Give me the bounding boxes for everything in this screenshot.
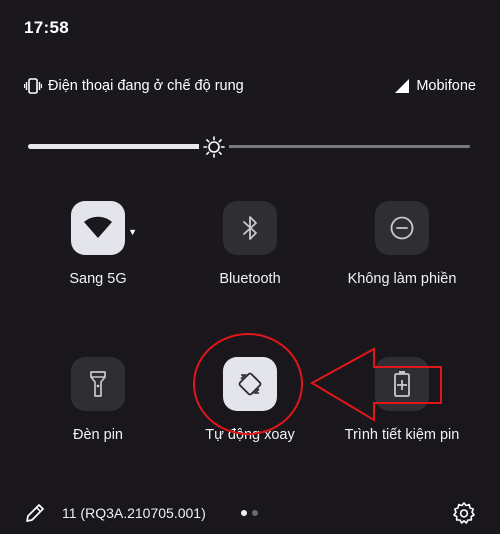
- carrier-status: Mobifone: [394, 78, 476, 94]
- pencil-icon[interactable]: [24, 502, 46, 524]
- bluetooth-icon: [243, 216, 257, 240]
- battery-saver-icon: [394, 371, 410, 397]
- tile-label: Sang 5G: [69, 271, 127, 287]
- panel-footer: 11 (RQ3A.210705.001): [0, 498, 500, 528]
- brightness-thumb[interactable]: [199, 132, 229, 162]
- bluetooth-toggle[interactable]: [223, 201, 277, 255]
- tile-label: Bluetooth: [219, 271, 281, 287]
- flashlight-icon: [90, 371, 106, 397]
- tile-wifi[interactable]: ▼ Sang 5G: [23, 201, 173, 287]
- page-dot: [252, 510, 258, 516]
- wifi-icon: [84, 216, 112, 238]
- page-dot: [241, 510, 247, 516]
- auto-rotate-toggle[interactable]: [223, 357, 277, 411]
- do-not-disturb-toggle[interactable]: [375, 201, 429, 255]
- tile-label: Đèn pin: [73, 427, 123, 443]
- tile-battery-saver[interactable]: Trình tiết kiệm pin: [327, 357, 477, 443]
- tile-do-not-disturb[interactable]: Không làm phiền: [327, 201, 477, 287]
- tile-label: Trình tiết kiệm pin: [344, 427, 460, 443]
- wifi-expand-caret[interactable]: ▼: [128, 227, 137, 237]
- ringer-mode-label: Điện thoại đang ở chế độ rung: [48, 78, 244, 94]
- signal-icon: [395, 79, 410, 93]
- tile-auto-rotate[interactable]: Tự động xoay: [175, 357, 325, 443]
- brightness-fill: [28, 144, 214, 149]
- page-indicator: [241, 510, 258, 516]
- tile-label: Không làm phiền: [347, 271, 457, 287]
- flashlight-toggle[interactable]: [71, 357, 125, 411]
- quick-settings-panel: 17:58 Điện thoại đang ở chế độ rung Mobi…: [0, 0, 500, 534]
- sun-icon: [203, 136, 225, 158]
- vibrate-icon: [24, 78, 42, 94]
- carrier-label: Mobifone: [416, 78, 476, 94]
- status-time: 17:58: [24, 18, 69, 37]
- tile-bluetooth[interactable]: Bluetooth: [175, 201, 325, 287]
- brightness-slider[interactable]: [28, 132, 470, 162]
- wifi-toggle[interactable]: ▼: [71, 201, 137, 255]
- tile-label: Tự động xoay: [205, 427, 295, 443]
- battery-saver-toggle[interactable]: [375, 357, 429, 411]
- ringer-mode-status[interactable]: Điện thoại đang ở chế độ rung: [24, 78, 244, 94]
- auto-rotate-icon: [238, 372, 262, 396]
- gear-icon[interactable]: [452, 501, 476, 525]
- build-number[interactable]: 11 (RQ3A.210705.001): [62, 505, 206, 521]
- do-not-disturb-icon: [390, 216, 414, 240]
- tile-flashlight[interactable]: Đèn pin: [23, 357, 173, 443]
